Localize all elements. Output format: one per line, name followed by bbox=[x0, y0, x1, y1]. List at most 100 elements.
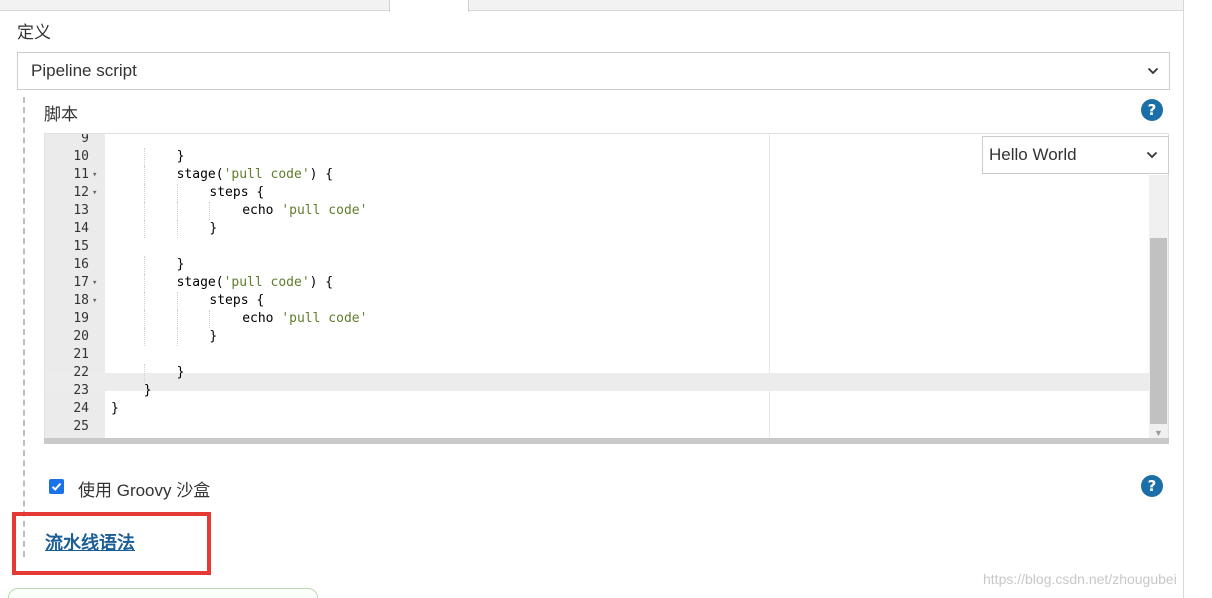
code-token: } bbox=[209, 329, 218, 344]
line-number: 21 bbox=[73, 347, 89, 362]
code-line[interactable]: 22} bbox=[45, 364, 1149, 382]
string-literal: 'pull code' bbox=[281, 203, 368, 218]
chevron-down-icon bbox=[1147, 67, 1159, 75]
code-line[interactable]: 20} bbox=[45, 328, 1149, 346]
code-token: } bbox=[176, 365, 185, 380]
code-token: stage( bbox=[176, 167, 224, 182]
code-line[interactable]: 13 echo 'pull code' bbox=[45, 202, 1149, 220]
fold-arrow-icon[interactable]: ▾ bbox=[92, 166, 97, 184]
code-text: } bbox=[209, 328, 217, 346]
code-text: } bbox=[144, 382, 152, 400]
code-text: stage('pull code') { bbox=[177, 166, 334, 184]
indent-guide bbox=[143, 184, 145, 202]
line-number: 9 bbox=[81, 133, 89, 146]
code-line[interactable]: 23} bbox=[45, 382, 1149, 400]
indent-guide bbox=[176, 184, 178, 202]
indent-guide bbox=[176, 328, 178, 346]
code-line[interactable]: 24} bbox=[45, 400, 1149, 418]
indent-guide bbox=[143, 292, 145, 310]
sandbox-help-icon[interactable]: ? bbox=[1141, 475, 1163, 497]
indent-guide bbox=[143, 166, 145, 184]
code-editor[interactable]: 9 10} 11 ▾ stage('pull code') {12 ▾ steps {13 e… bbox=[44, 133, 1169, 444]
code-line[interactable]: 19 echo 'pull code' bbox=[45, 310, 1149, 328]
groovy-sandbox-checkbox[interactable] bbox=[49, 479, 64, 494]
code-line[interactable]: 25 bbox=[45, 418, 1149, 436]
line-number: 11 bbox=[73, 167, 89, 182]
watermark: https://blog.csdn.net/zhougubei bbox=[983, 571, 1177, 587]
annotation-highlight-box bbox=[12, 512, 211, 575]
line-number: 14 bbox=[73, 221, 89, 236]
script-help-icon[interactable]: ? bbox=[1141, 99, 1163, 121]
code-token: } bbox=[143, 383, 152, 398]
code-text: steps { bbox=[209, 184, 264, 202]
line-number: 12 bbox=[73, 185, 89, 200]
code-line[interactable]: 16} bbox=[45, 256, 1149, 274]
groovy-sandbox-label: 使用 Groovy 沙盒 bbox=[78, 481, 211, 500]
fold-arrow-icon[interactable]: ▾ bbox=[92, 184, 97, 202]
code-line[interactable]: 14} bbox=[45, 220, 1149, 238]
sample-script-select-value: Hello World bbox=[989, 145, 1077, 164]
indent-guide bbox=[176, 220, 178, 238]
string-literal: 'pull code' bbox=[281, 311, 368, 326]
code-token: echo bbox=[242, 203, 282, 218]
line-number: 19 bbox=[73, 311, 89, 326]
chevron-down-icon bbox=[1146, 151, 1158, 159]
code-token: } bbox=[176, 257, 185, 272]
indent-guide bbox=[143, 220, 145, 238]
indent-guide bbox=[176, 202, 178, 220]
code-token: stage( bbox=[176, 275, 224, 290]
code-line[interactable]: 17 ▾ stage('pull code') { bbox=[45, 274, 1149, 292]
indent-guide bbox=[143, 148, 145, 166]
line-number: 25 bbox=[73, 419, 89, 434]
line-number: 15 bbox=[73, 239, 89, 254]
indent-guide bbox=[143, 274, 145, 292]
code-line[interactable]: 12 ▾ steps { bbox=[45, 184, 1149, 202]
line-number: 24 bbox=[73, 401, 89, 416]
checkmark-icon bbox=[51, 482, 62, 491]
indent-guide bbox=[143, 310, 145, 328]
indent-guide bbox=[176, 310, 178, 328]
nesting-guide bbox=[23, 97, 25, 557]
line-number: 23 bbox=[73, 383, 89, 398]
code-token: steps { bbox=[209, 293, 265, 308]
string-literal: 'pull code' bbox=[223, 167, 310, 182]
fold-arrow-icon[interactable]: ▾ bbox=[92, 292, 97, 310]
code-token: ) { bbox=[309, 275, 334, 290]
bottom-bar bbox=[8, 588, 318, 598]
indent-guide bbox=[143, 328, 145, 346]
top-tab-bar bbox=[0, 0, 1184, 11]
string-literal: 'pull code' bbox=[223, 275, 310, 290]
code-token: echo bbox=[242, 311, 282, 326]
indent-guide bbox=[143, 256, 145, 274]
indent-guide bbox=[143, 364, 145, 382]
indent-guide bbox=[209, 310, 211, 328]
fold-arrow-icon[interactable]: ▾ bbox=[92, 274, 97, 292]
code-text: echo 'pull code' bbox=[242, 310, 367, 328]
line-number: 17 bbox=[73, 275, 89, 290]
code-line[interactable]: 18 ▾ steps { bbox=[45, 292, 1149, 310]
editor-scrollbar-thumb[interactable] bbox=[1150, 238, 1167, 424]
code-text: } bbox=[177, 364, 185, 382]
code-line[interactable]: 21 bbox=[45, 346, 1149, 364]
code-text: } bbox=[111, 400, 119, 418]
indent-guide bbox=[209, 202, 211, 220]
indent-guide bbox=[176, 292, 178, 310]
indent-guide bbox=[143, 202, 145, 220]
line-number: 20 bbox=[73, 329, 89, 344]
code-text: steps { bbox=[209, 292, 264, 310]
line-number: 22 bbox=[73, 365, 89, 380]
code-token: } bbox=[176, 149, 185, 164]
editor-resize-handle[interactable] bbox=[44, 438, 1169, 444]
line-number: 10 bbox=[73, 149, 89, 164]
code-token: ) { bbox=[309, 167, 334, 182]
code-text: stage('pull code') { bbox=[177, 274, 334, 292]
code-line[interactable]: 15 bbox=[45, 238, 1149, 256]
line-number: 13 bbox=[73, 203, 89, 218]
definition-select-value: Pipeline script bbox=[31, 61, 137, 80]
active-tab[interactable] bbox=[389, 0, 469, 12]
sample-script-select[interactable]: Hello World bbox=[982, 136, 1169, 174]
definition-select[interactable]: Pipeline script bbox=[17, 52, 1170, 90]
code-token: } bbox=[209, 221, 218, 236]
code-text: } bbox=[209, 220, 217, 238]
definition-label: 定义 bbox=[17, 23, 51, 42]
